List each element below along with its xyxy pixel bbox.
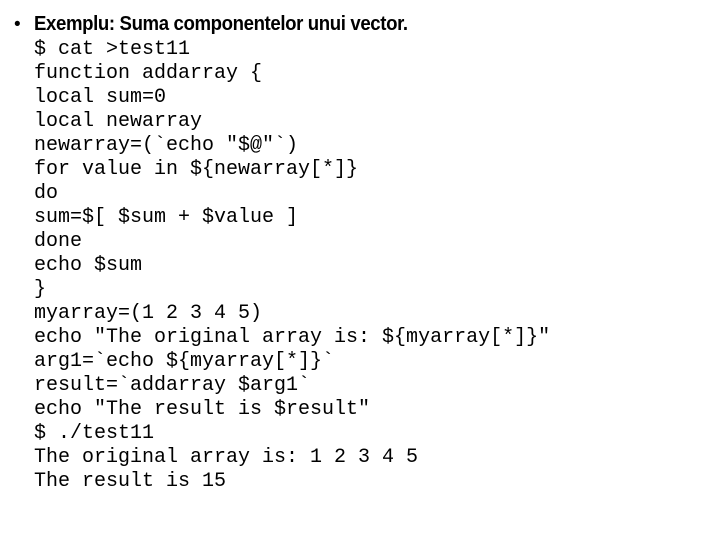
- code-line: result=`addarray $arg1`: [34, 374, 311, 397]
- code-line: done: [34, 230, 83, 253]
- bullet-point-icon: •: [14, 14, 21, 35]
- slide-title: Exemplu: Suma componentelor unui vector.: [34, 13, 408, 35]
- code-line: echo "The original array is: ${myarray[*…: [34, 326, 551, 349]
- code-line: The result is 15: [34, 470, 227, 493]
- code-line: }: [34, 278, 47, 301]
- code-line: $ cat >test11: [34, 38, 191, 61]
- code-line: local sum=0: [34, 86, 167, 109]
- slide-canvas: • Exemplu: Suma componentelor unui vecto…: [0, 0, 720, 540]
- code-line: newarray=(`echo "$@"`): [34, 134, 299, 157]
- code-line: for value in ${newarray[*]}: [34, 158, 359, 181]
- code-line: local newarray: [34, 110, 203, 133]
- bullet-block: • Exemplu: Suma componentelor unui vecto…: [0, 10, 720, 39]
- code-line: function addarray {: [34, 62, 263, 85]
- code-line: $ ./test11: [34, 422, 155, 445]
- code-line: myarray=(1 2 3 4 5): [34, 302, 263, 325]
- code-listing: $ cat >test11 function addarray {local su…: [34, 38, 720, 494]
- code-line: echo $sum: [34, 254, 143, 277]
- code-line: echo "The result is $result": [34, 398, 371, 421]
- code-line: arg1=`echo ${myarray[*]}`: [34, 350, 335, 373]
- code-line: The original array is: 1 2 3 4 5: [34, 446, 419, 469]
- bullet-row: • Exemplu: Suma componentelor unui vecto…: [0, 10, 720, 39]
- code-line: do: [34, 182, 59, 205]
- code-line: sum=$[ $sum + $value ]: [34, 206, 299, 229]
